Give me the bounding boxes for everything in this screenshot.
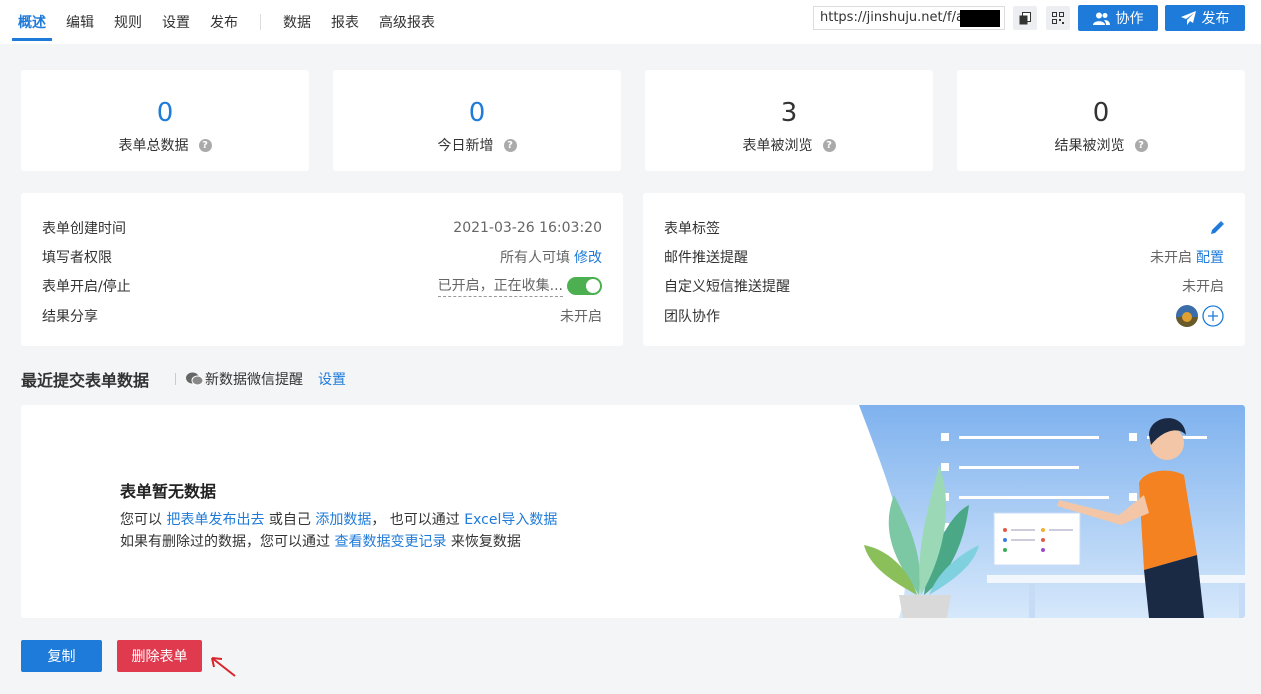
collaborate-label: 协作 (1115, 11, 1144, 27)
share-label: 结果分享 (42, 308, 98, 325)
edit-tags-button[interactable] (1211, 221, 1224, 235)
form-url-field[interactable]: https://jinshuju.net/f/a (813, 6, 1005, 30)
paper-plane-icon (1180, 11, 1196, 25)
form-url-text: https://jinshuju.net/f/a (820, 10, 964, 25)
tab-settings[interactable]: 设置 (152, 0, 200, 44)
created-label: 表单创建时间 (42, 220, 126, 237)
wechat-settings-link[interactable]: 设置 (318, 369, 346, 389)
info-row-share: 结果分享 未开启 (42, 301, 602, 330)
email-value: 未开启 (1150, 249, 1192, 266)
empty-title: 表单暂无数据 (120, 482, 217, 501)
tab-edit[interactable]: 编辑 (56, 0, 104, 44)
info-row-team: 团队协作 (664, 301, 1224, 330)
share-value: 未开启 (560, 308, 602, 325)
team-label: 团队协作 (664, 308, 720, 325)
info-row-permission: 填写者权限 所有人可填 修改 (42, 242, 602, 271)
modify-permission-link[interactable]: 修改 (574, 247, 602, 267)
help-icon[interactable]: ? (1134, 138, 1148, 152)
avatar (1176, 304, 1198, 327)
stat-value: 0 (1092, 98, 1110, 128)
copy-form-button[interactable]: 复制 (21, 640, 102, 672)
info-row-tags: 表单标签 (664, 213, 1224, 242)
info-row-email: 邮件推送提醒 未开启 配置 (664, 242, 1224, 271)
help-icon[interactable]: ? (822, 138, 836, 152)
tab-overview[interactable]: 概述 (8, 0, 56, 44)
tags-label: 表单标签 (664, 220, 720, 237)
stat-card-result-views: 0 结果被浏览? (957, 70, 1245, 171)
stat-value: 3 (780, 98, 798, 128)
switch-status: 已开启，正在收集... (437, 275, 563, 298)
pointer-arrow-icon (211, 657, 236, 677)
switch-label: 表单开启/停止 (42, 279, 131, 296)
redaction-mask (960, 10, 1000, 27)
info-row-switch: 表单开启/停止 已开启，正在收集... (42, 272, 602, 301)
sms-status-link[interactable]: 未开启 (1182, 276, 1224, 296)
qrcode-icon (1052, 12, 1064, 24)
main-nav: 概述 编辑 规则 设置 发布 数据 报表 高级报表 (8, 0, 445, 44)
add-member-icon[interactable] (1202, 304, 1224, 327)
stat-value: 0 (468, 98, 486, 128)
stat-value: 0 (156, 98, 174, 128)
stat-label: 结果被浏览 (1054, 138, 1125, 154)
tab-rules[interactable]: 规则 (104, 0, 152, 44)
tab-reports[interactable]: 报表 (321, 0, 369, 44)
empty-state-card: 表单暂无数据 您可以 把表单发布出去 或自己 添加数据， 也可以通过 Excel… (21, 405, 1245, 618)
permission-value: 所有人可填 (500, 249, 570, 266)
stat-label: 表单总数据 (118, 138, 189, 154)
excel-import-link[interactable]: Excel导入数据 (464, 512, 557, 528)
users-icon (1092, 12, 1110, 25)
delete-form-button[interactable]: 删除表单 (117, 640, 202, 672)
empty-illustration (859, 405, 1245, 618)
stat-card-form-views: 3 表单被浏览? (645, 70, 933, 171)
wechat-icon (186, 372, 203, 386)
publish-form-link[interactable]: 把表单发布出去 (166, 512, 264, 528)
add-data-link[interactable]: 添加数据 (315, 512, 371, 528)
stat-label: 今日新增 (437, 138, 494, 154)
permission-label: 填写者权限 (42, 249, 112, 266)
tab-publish[interactable]: 发布 (200, 0, 248, 44)
email-label: 邮件推送提醒 (664, 249, 748, 266)
collaborate-button[interactable]: 协作 (1078, 5, 1158, 31)
created-value: 2021-03-26 16:03:20 (453, 219, 602, 236)
empty-hint-line-2: 如果有删除过的数据，您可以通过 查看数据变更记录 来恢复数据 (120, 534, 521, 550)
help-icon[interactable]: ? (503, 138, 517, 152)
top-bar: 概述 编辑 规则 设置 发布 数据 报表 高级报表 https://jinshu… (0, 0, 1261, 44)
section-divider (175, 373, 176, 385)
recent-data-title: 最近提交表单数据 (21, 371, 150, 390)
qrcode-button[interactable] (1046, 6, 1070, 30)
sms-label: 自定义短信推送提醒 (664, 279, 790, 296)
notification-panel: 表单标签 邮件推送提醒 未开启 配置 自定义短信推送提醒 未开启 团队协作 (643, 193, 1245, 346)
change-log-link[interactable]: 查看数据变更记录 (334, 534, 446, 550)
info-row-sms: 自定义短信推送提醒 未开启 (664, 272, 1224, 301)
publish-button[interactable]: 发布 (1165, 5, 1245, 31)
stat-card-total-data: 0 表单总数据? (21, 70, 309, 171)
form-info-panel: 表单创建时间 2021-03-26 16:03:20 填写者权限 所有人可填 修… (21, 193, 623, 346)
pencil-icon (1211, 221, 1224, 235)
publish-label: 发布 (1201, 11, 1230, 27)
wechat-reminder-label: 新数据微信提醒 (205, 372, 303, 388)
configure-email-link[interactable]: 配置 (1196, 247, 1224, 267)
tab-data[interactable]: 数据 (273, 0, 321, 44)
help-icon[interactable]: ? (198, 138, 212, 152)
stat-label: 表单被浏览 (742, 138, 813, 154)
stat-card-today-new: 0 今日新增? (333, 70, 621, 171)
copy-link-button[interactable] (1013, 6, 1037, 30)
tab-advanced-reports[interactable]: 高级报表 (369, 0, 445, 44)
empty-hint-line-1: 您可以 把表单发布出去 或自己 添加数据， 也可以通过 Excel导入数据 (120, 512, 558, 528)
copy-icon (1019, 11, 1031, 24)
info-row-created: 表单创建时间 2021-03-26 16:03:20 (42, 213, 602, 242)
nav-divider (260, 14, 261, 30)
wechat-reminder: 新数据微信提醒 设置 (175, 369, 346, 389)
form-open-toggle[interactable] (567, 277, 602, 296)
